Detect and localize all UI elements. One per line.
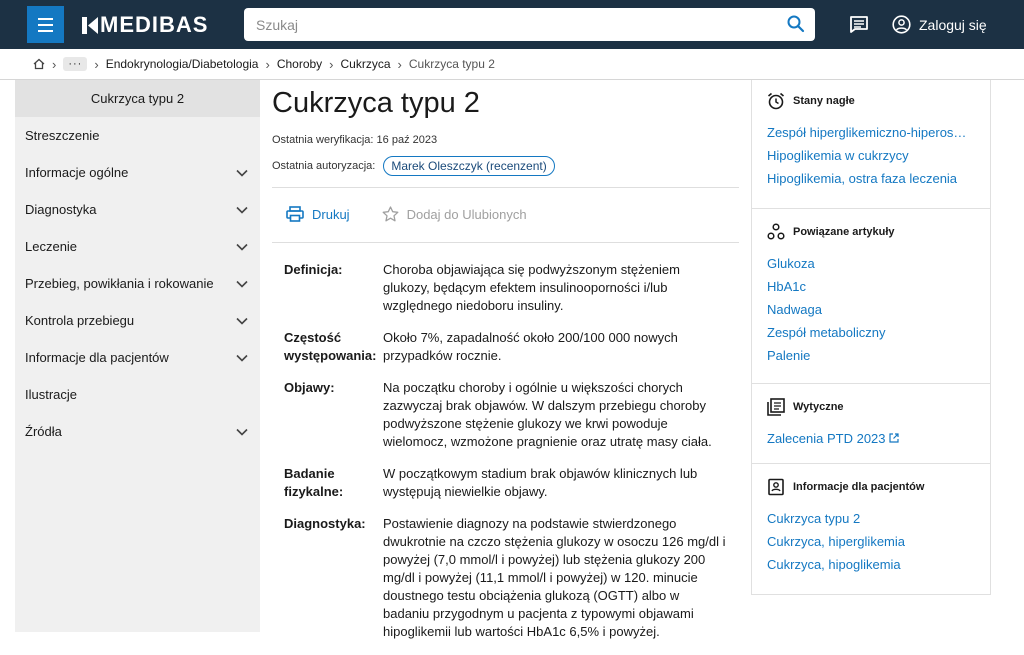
sidebar-item-zrodla[interactable]: Źródła xyxy=(15,413,260,450)
divider xyxy=(272,187,739,188)
definition-key: Objawy: xyxy=(284,380,335,395)
related-section: Powiązane artykuły Glukoza HbA1c Nadwaga… xyxy=(752,209,990,384)
patient-document-icon xyxy=(768,478,784,496)
hamburger-icon xyxy=(38,17,53,20)
add-favorite-button[interactable]: Dodaj do Ulubionych xyxy=(382,206,527,222)
guidelines-section: Wytyczne Zalecenia PTD 2023 xyxy=(752,384,990,464)
guideline-link[interactable]: Zalecenia PTD 2023 xyxy=(767,427,975,450)
definition-row: Objawy: Na początku choroby i ogólnie u … xyxy=(284,379,729,451)
definition-row: Badanie fizykalne: W początkowym stadium… xyxy=(284,465,729,501)
print-button[interactable]: Drukuj xyxy=(286,206,350,222)
divider xyxy=(272,242,739,243)
definition-row: Definicja: Choroba objawiająca się podwy… xyxy=(284,261,729,315)
menu-button[interactable] xyxy=(27,6,64,43)
chat-icon[interactable] xyxy=(849,15,869,34)
patient-link[interactable]: Cukrzyca, hiperglikemia xyxy=(767,530,975,553)
authorization-row: Ostatnia autoryzacja: Marek Oleszczyk (r… xyxy=(272,156,555,176)
section-title: Stany nagłe xyxy=(793,95,855,107)
breadcrumb-current: Cukrzyca typu 2 xyxy=(408,57,495,71)
definition-key: Badanie fizykalne: xyxy=(284,466,344,499)
reviewer-chip[interactable]: Marek Oleszczyk (recenzent) xyxy=(383,156,555,176)
definition-key: Diagnostyka: xyxy=(284,516,366,531)
definition-value: Choroba objawiająca się podwyższonym stę… xyxy=(383,262,680,313)
related-link[interactable]: Zespół metaboliczny xyxy=(767,321,975,344)
chevron-down-icon xyxy=(236,206,248,214)
emergency-link[interactable]: Hipoglikemia w cukrzycy xyxy=(767,144,975,167)
definition-key: Częstość występowania: xyxy=(284,330,377,363)
related-link[interactable]: Palenie xyxy=(767,344,975,367)
user-icon xyxy=(892,15,911,34)
sidebar-item-leczenie[interactable]: Leczenie xyxy=(15,228,260,265)
chevron-down-icon xyxy=(236,354,248,362)
home-icon[interactable] xyxy=(33,58,45,70)
article-main: Cukrzyca typu 2 Ostatnia weryfikacja: 16… xyxy=(260,80,751,639)
patient-info-section: Informacje dla pacjentów Cukrzyca typu 2… xyxy=(752,464,990,576)
breadcrumb-separator: › xyxy=(52,56,57,72)
related-nodes-icon xyxy=(767,223,785,240)
search-input[interactable] xyxy=(256,16,756,33)
page-title: Cukrzyca typu 2 xyxy=(272,87,480,119)
logo[interactable]: MEDIBAS xyxy=(82,12,208,38)
related-link[interactable]: HbA1c xyxy=(767,275,975,298)
library-icon xyxy=(767,398,785,416)
sidebar-item-informacje-dla-pacjentow[interactable]: Informacje dla pacjentów xyxy=(15,339,260,376)
favorite-label: Dodaj do Ulubionych xyxy=(406,206,527,222)
search-box xyxy=(244,8,815,41)
related-link[interactable]: Nadwaga xyxy=(767,298,975,321)
emergency-link[interactable]: Hipoglikemia, ostra faza leczenia xyxy=(767,167,975,190)
login-label: Zaloguj się xyxy=(919,16,987,33)
verification-date: Ostatnia weryfikacja: 16 paź 2023 xyxy=(272,134,438,146)
breadcrumb-more[interactable]: ··· xyxy=(63,57,88,71)
section-title: Informacje dla pacjentów xyxy=(793,481,925,493)
search-icon[interactable] xyxy=(787,15,805,33)
sidebar-item-kontrola-przebiegu[interactable]: Kontrola przebiegu xyxy=(15,302,260,339)
authorization-label: Ostatnia autoryzacja: xyxy=(272,160,376,172)
section-title: Powiązane artykuły xyxy=(793,226,895,238)
logo-mark-icon xyxy=(82,16,98,34)
chevron-down-icon xyxy=(236,169,248,177)
print-label: Drukuj xyxy=(312,206,350,222)
related-link[interactable]: Glukoza xyxy=(767,252,975,275)
external-link-icon xyxy=(889,433,899,443)
article-actions: Drukuj Dodaj do Ulubionych xyxy=(286,206,527,222)
alarm-clock-icon xyxy=(767,92,785,110)
definition-value: W początkowym stadium brak objawów klini… xyxy=(383,466,698,499)
definition-row: Diagnostyka: Postawienie diagnozy na pod… xyxy=(284,515,729,641)
emergency-section: Stany nagłe Zespół hiperglikemiczno-hipe… xyxy=(752,80,990,209)
logo-text: MEDIBAS xyxy=(100,12,209,37)
sidebar-item-informacje-ogolne[interactable]: Informacje ogólne xyxy=(15,154,260,191)
definition-key: Definicja: xyxy=(284,262,343,277)
chevron-down-icon xyxy=(236,428,248,436)
breadcrumb-item[interactable]: Choroby xyxy=(277,57,322,71)
chevron-down-icon xyxy=(236,317,248,325)
sidebar: Cukrzyca typu 2 Streszczenie Informacje … xyxy=(15,80,260,632)
sidebar-title: Cukrzyca typu 2 xyxy=(15,80,260,117)
chevron-down-icon xyxy=(236,280,248,288)
top-bar: MEDIBAS Zaloguj się xyxy=(0,0,1024,49)
star-icon xyxy=(382,206,399,222)
section-title: Wytyczne xyxy=(793,401,844,413)
breadcrumb-item[interactable]: Endokrynologia/Diabetologia xyxy=(106,57,259,71)
login-button[interactable]: Zaloguj się xyxy=(892,15,987,34)
patient-link[interactable]: Cukrzyca, hipoglikemia xyxy=(767,553,975,576)
chevron-down-icon xyxy=(236,243,248,251)
printer-icon xyxy=(286,206,304,222)
breadcrumb-item[interactable]: Cukrzyca xyxy=(341,57,391,71)
right-panel: Stany nagłe Zespół hiperglikemiczno-hipe… xyxy=(751,80,991,595)
definitions-list: Definicja: Choroba objawiająca się podwy… xyxy=(284,261,729,655)
sidebar-item-ilustracje[interactable]: Ilustracje xyxy=(15,376,260,413)
patient-link[interactable]: Cukrzyca typu 2 xyxy=(767,507,975,530)
sidebar-item-diagnostyka[interactable]: Diagnostyka xyxy=(15,191,260,228)
sidebar-item-przebieg[interactable]: Przebieg, powikłania i rokowanie xyxy=(15,265,260,302)
definition-value: Postawienie diagnozy na podstawie stwier… xyxy=(383,516,726,639)
breadcrumb: › ··· › Endokrynologia/Diabetologia › Ch… xyxy=(0,49,1024,80)
emergency-link[interactable]: Zespół hiperglikemiczno-hiperosmolarny xyxy=(767,121,975,144)
sidebar-item-streszczenie[interactable]: Streszczenie xyxy=(15,117,260,154)
definition-row: Częstość występowania: Około 7%, zapadal… xyxy=(284,329,729,365)
definition-value: Około 7%, zapadalność około 200/100 000 … xyxy=(383,330,678,363)
definition-value: Na początku choroby i ogólnie u większoś… xyxy=(383,380,712,449)
